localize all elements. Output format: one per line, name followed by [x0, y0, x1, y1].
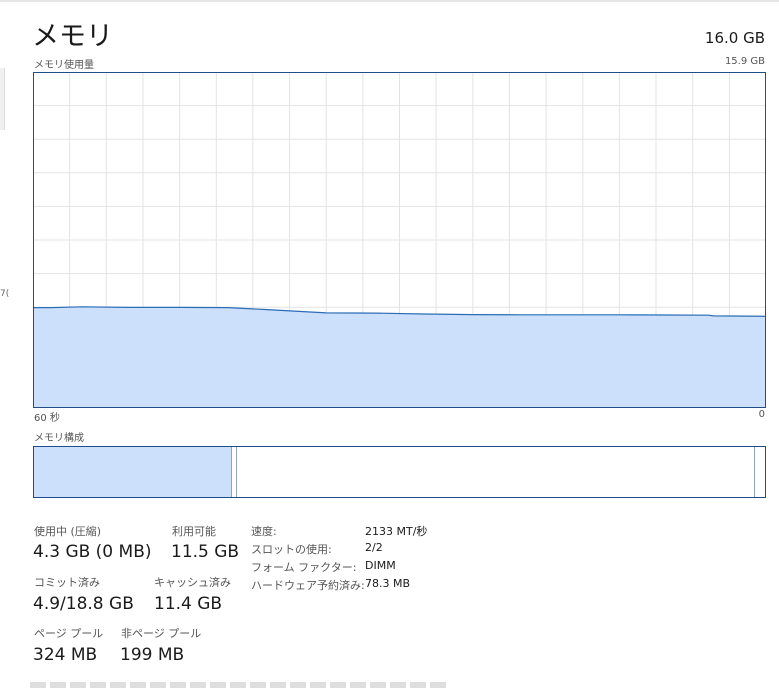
- spec-hardware-reserved-label: ハードウェア予約済み:: [251, 579, 365, 592]
- composition-segment-in-use[interactable]: [33, 446, 232, 498]
- usage-area: [33, 306, 766, 408]
- cut-off-next-section: [30, 682, 450, 688]
- usage-chart-label: メモリ使用量: [34, 60, 94, 71]
- spec-speed-value: 2133 MT/秒: [365, 525, 428, 538]
- usage-chart-max: 15.9 GB: [724, 56, 765, 67]
- memory-usage-chart: [33, 72, 766, 408]
- nonpaged-pool-value: 199 MB: [120, 645, 185, 665]
- page-title: メモリ: [32, 21, 113, 52]
- sidebar-fragment-text: 7(: [0, 289, 10, 299]
- window-top-border: [0, 0, 779, 2]
- spec-slots-label: スロットの使用:: [251, 543, 332, 556]
- spec-hardware-reserved-value: 78.3 MB: [365, 577, 411, 590]
- sidebar-edge: [0, 68, 5, 130]
- spec-form-factor-label: フォーム ファクター:: [251, 561, 357, 574]
- total-memory: 16.0 GB: [704, 29, 765, 47]
- spec-slots-value: 2/2: [365, 541, 383, 554]
- time-axis-right-label: 0: [758, 409, 765, 420]
- nonpaged-pool-label: 非ページ プール: [121, 627, 202, 640]
- memory-composition-bar[interactable]: [33, 446, 766, 498]
- cached-label: キャッシュ済み: [154, 576, 231, 589]
- composition-label: メモリ構成: [34, 433, 84, 444]
- time-axis-left-label: 60 秒: [34, 413, 60, 424]
- cached-value: 11.4 GB: [154, 594, 223, 614]
- spec-speed-label: 速度:: [251, 525, 277, 538]
- spec-form-factor-value: DIMM: [365, 559, 396, 572]
- available-value: 11.5 GB: [171, 542, 240, 562]
- committed-label: コミット済み: [34, 576, 100, 589]
- committed-value: 4.9/18.8 GB: [33, 594, 134, 614]
- in-use-value: 4.3 GB (0 MB): [33, 542, 152, 562]
- paged-pool-label: ページ プール: [34, 627, 104, 640]
- in-use-label: 使用中 (圧縮): [34, 525, 102, 538]
- composition-segment-modified[interactable]: [231, 446, 237, 498]
- composition-segment-free[interactable]: [755, 446, 766, 498]
- available-label: 利用可能: [172, 525, 216, 538]
- paged-pool-value: 324 MB: [33, 645, 98, 665]
- composition-segment-standby[interactable]: [236, 446, 756, 498]
